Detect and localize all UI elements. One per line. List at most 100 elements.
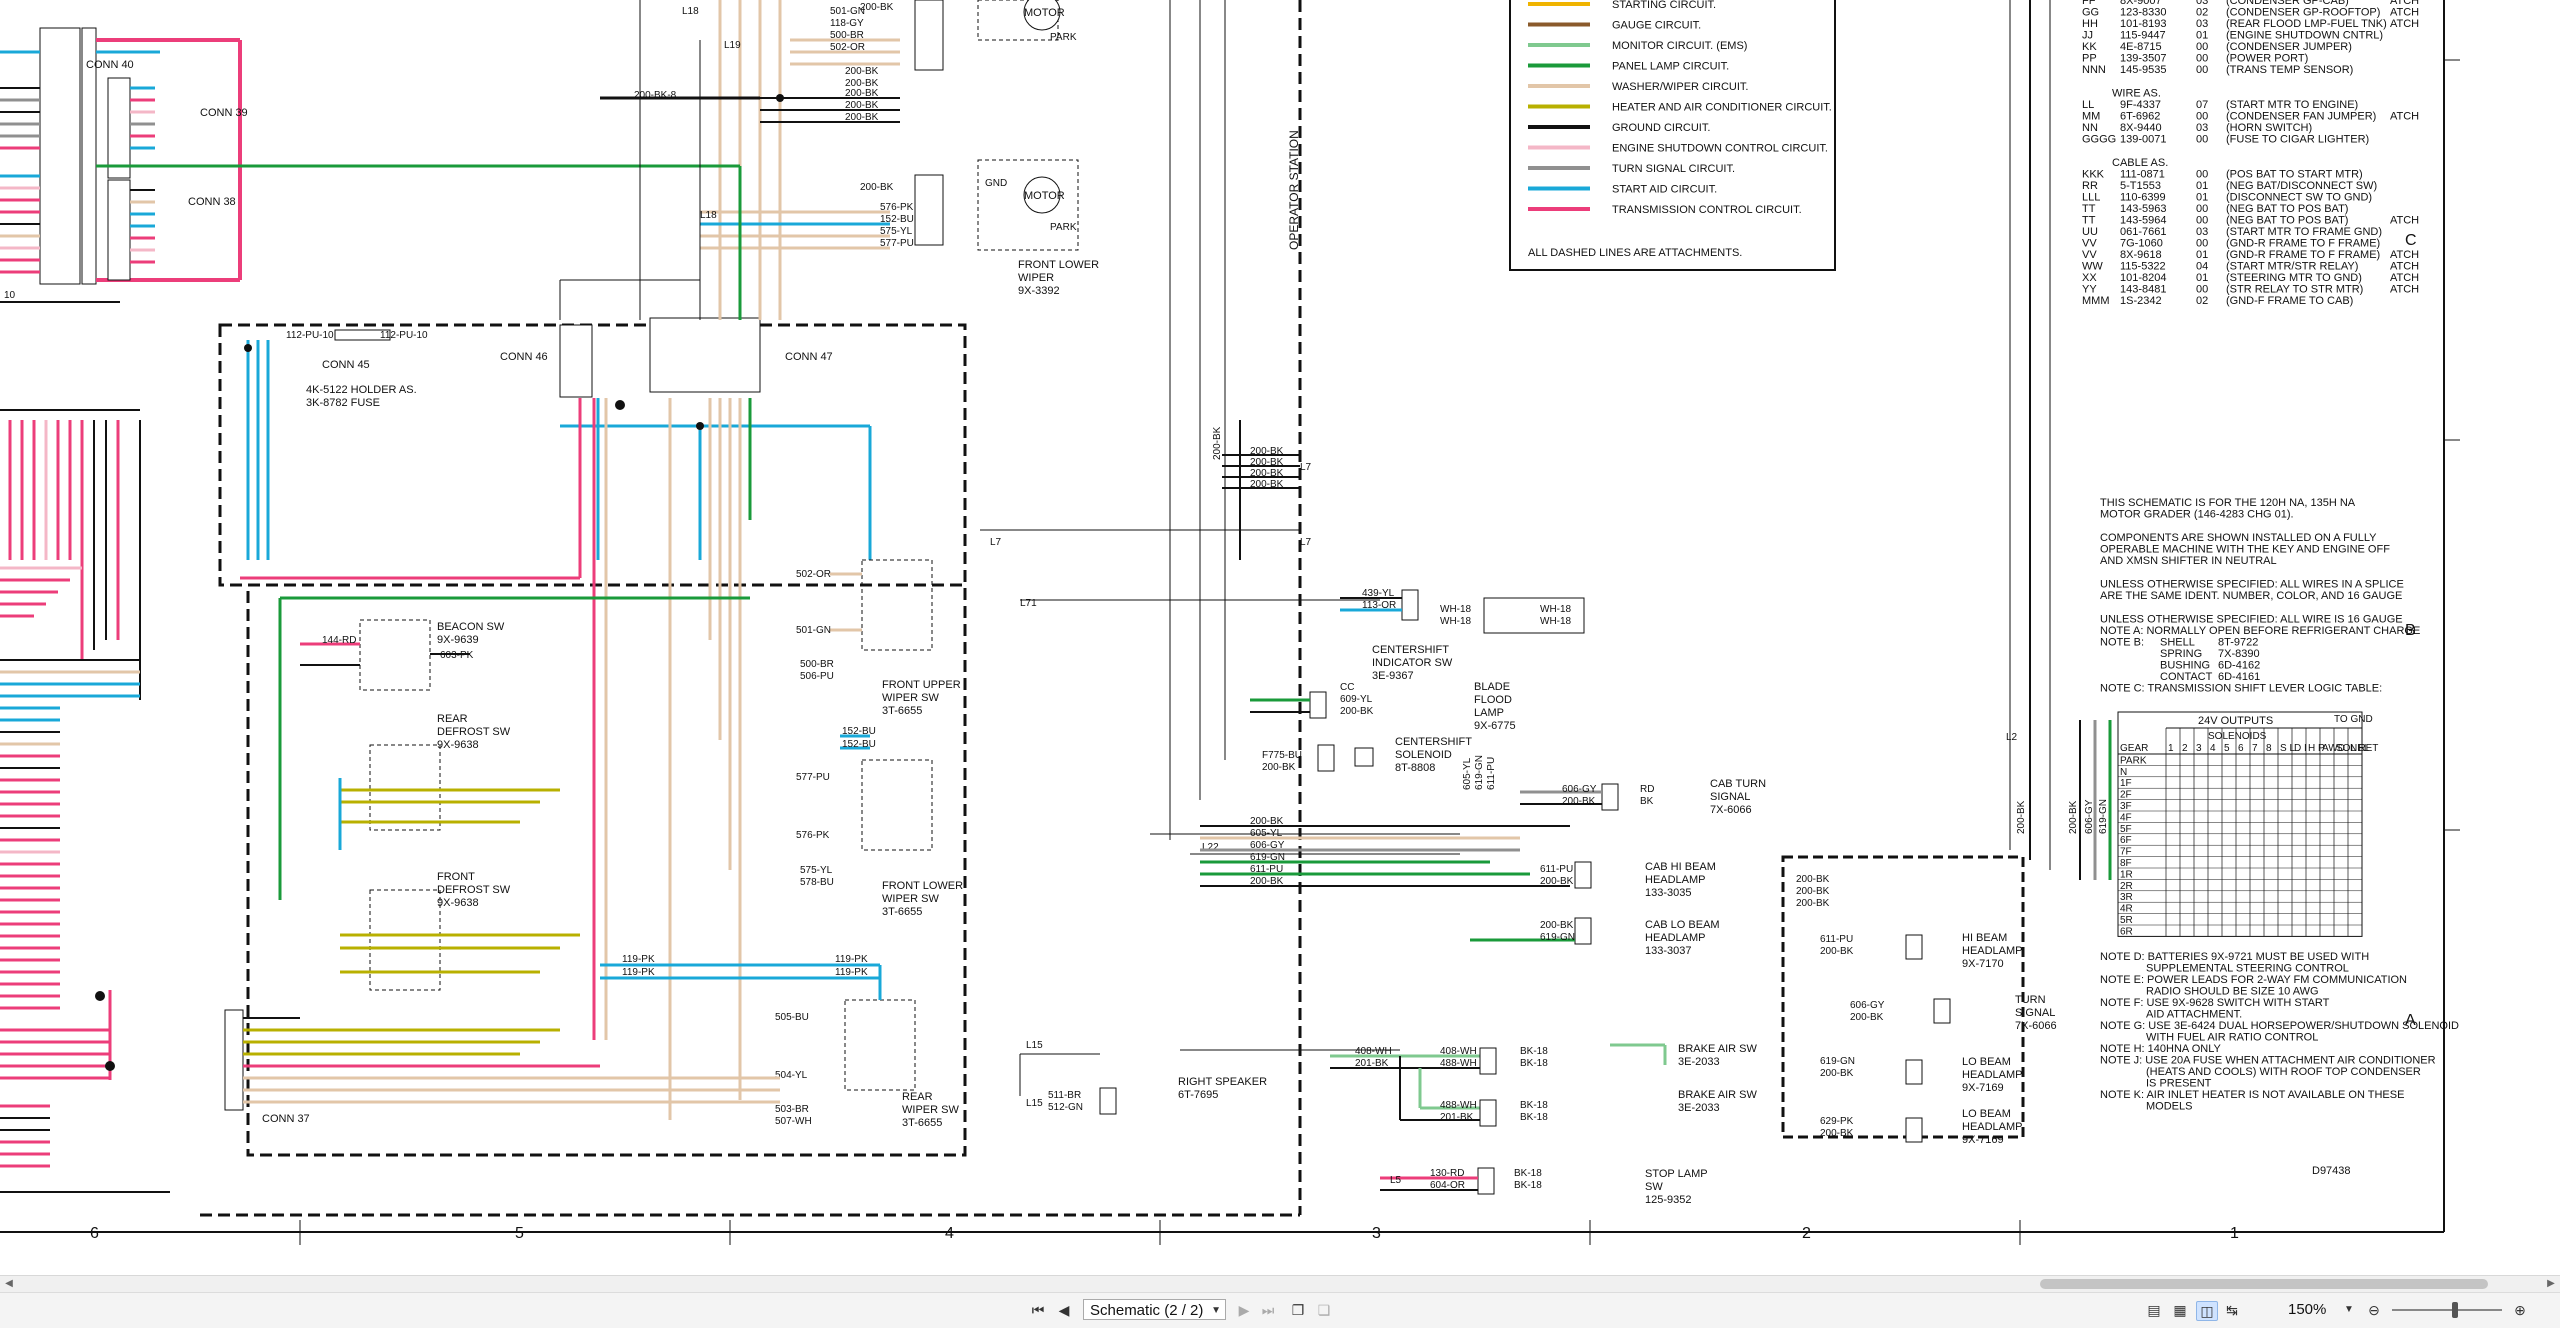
svg-text:500-BR: 500-BR	[800, 659, 834, 670]
svg-text:9X-6775: 9X-6775	[1474, 720, 1516, 732]
svg-text:MM: MM	[2082, 111, 2100, 123]
svg-text:3E-2033: 3E-2033	[1678, 1102, 1720, 1114]
svg-text:408-WH: 408-WH	[1355, 1046, 1392, 1057]
note-line: NOTE J: USE 20A FUSE WHEN ATTACHMENT AIR…	[2100, 1055, 2436, 1067]
svg-text:00: 00	[2196, 111, 2208, 123]
svg-text:200-BK: 200-BK	[845, 100, 879, 111]
conn37: CONN 37	[224, 1009, 780, 1125]
harness-row: LL 9F-4337 07 (START MTR TO ENGINE)	[2082, 99, 2358, 111]
svg-text:L19: L19	[724, 40, 741, 51]
svg-text:152-BU: 152-BU	[842, 739, 876, 750]
previous-page-icon[interactable]: ◀	[1054, 1301, 1074, 1319]
svg-text:WIPER SW: WIPER SW	[882, 893, 939, 905]
scroll-thumb[interactable]	[2040, 1279, 2488, 1289]
svg-text:200-BK: 200-BK	[845, 88, 879, 99]
harness-row: KK 4E-8715 00 (CONDENSER JUMPER)	[2082, 41, 2352, 53]
harness-row: UU 061-7661 03 (START MTR TO FRAME GND)	[2082, 226, 2382, 238]
zoom-slider[interactable]	[2392, 1309, 2502, 1311]
svg-text:9F-4337: 9F-4337	[2120, 99, 2161, 111]
document-viewport[interactable]: 6 5 4 3 2 1 C B A CONN 39 CONN 38 CONN 4…	[0, 0, 2560, 1275]
svg-text:576-PK: 576-PK	[880, 202, 914, 213]
next-page-icon[interactable]: ▶	[1234, 1301, 1254, 1319]
harness-row: GG 123-8330 02 (CONDENSER GP-ROOFTOP) ATCH	[2082, 7, 2419, 19]
logic-col-header: 5	[2224, 743, 2230, 754]
svg-text:200-BK: 200-BK	[1820, 946, 1854, 957]
page-select[interactable]: Schematic (2 / 2) ▼	[1083, 1299, 1226, 1320]
note-c: NOTE C: TRANSMISSION SHIFT LEVER LOGIC T…	[2100, 683, 2382, 695]
scroll-left-icon[interactable]: ◀	[2, 1277, 16, 1291]
svg-text:ATCH: ATCH	[2390, 215, 2419, 227]
svg-text:133-3037: 133-3037	[1645, 945, 1692, 957]
svg-text:152-BU: 152-BU	[880, 214, 914, 225]
svg-text:619-GN: 619-GN	[1250, 852, 1285, 863]
note-b-key: BUSHING	[2160, 660, 2210, 672]
svg-text:LO BEAM: LO BEAM	[1962, 1108, 2011, 1120]
fit-width-icon[interactable]: ↹	[2222, 1301, 2242, 1319]
svg-text:143-8481: 143-8481	[2120, 284, 2167, 296]
svg-text:408-WH: 408-WH	[1440, 1046, 1477, 1057]
svg-text:00: 00	[2196, 203, 2208, 215]
svg-text:(GND-R FRAME TO F FRAME): (GND-R FRAME TO F FRAME)	[2226, 249, 2380, 261]
legend-label: WASHER/WIPER CIRCUIT.	[1612, 81, 1749, 93]
horizontal-scrollbar[interactable]: ◀ ▶	[0, 1275, 2560, 1292]
svg-text:HEADLAMP: HEADLAMP	[1645, 874, 1706, 886]
note-line: UNLESS OTHERWISE SPECIFIED: ALL WIRES IN…	[2100, 579, 2404, 591]
zoom-in-icon[interactable]: ⊕	[2510, 1301, 2530, 1319]
svg-text:01: 01	[2196, 249, 2208, 261]
svg-text:606-GY: 606-GY	[2084, 799, 2095, 834]
note-line: IS PRESENT	[2146, 1078, 2212, 1090]
svg-text:200-BK: 200-BK	[860, 182, 894, 193]
svg-text:6T-6962: 6T-6962	[2120, 111, 2160, 123]
logic-gear-row: 7F	[2120, 847, 2132, 858]
svg-text:REAR: REAR	[437, 713, 468, 725]
svg-text:HEADLAMP: HEADLAMP	[1962, 1069, 2023, 1081]
svg-text:200-BK: 200-BK	[1540, 876, 1574, 887]
svg-text:3E-2033: 3E-2033	[1678, 1056, 1720, 1068]
zoom-chevron-icon[interactable]: ▼	[2344, 1299, 2354, 1320]
svg-text:CENTERSHIFT: CENTERSHIFT	[1372, 644, 1449, 656]
svg-text:ATCH: ATCH	[2390, 261, 2419, 273]
scroll-right-icon[interactable]: ▶	[2544, 1277, 2558, 1291]
logic-gear-row: 1R	[2120, 869, 2133, 880]
continuous-view-icon[interactable]: ▦	[2170, 1301, 2190, 1319]
svg-text:PARK: PARK	[1050, 32, 1077, 43]
legend-label: START AID CIRCUIT.	[1612, 184, 1717, 196]
svg-text:619-GN: 619-GN	[1474, 755, 1485, 790]
copy-pages-icon[interactable]: ❐	[1288, 1301, 1308, 1319]
svg-text:200-BK: 200-BK	[1250, 876, 1284, 887]
logic-outputs-title: 24V OUTPUTS	[2198, 715, 2273, 727]
svg-text:00: 00	[2196, 169, 2208, 181]
svg-text:(START MTR TO ENGINE): (START MTR TO ENGINE)	[2226, 99, 2358, 111]
svg-text:(FUSE TO CIGAR LIGHTER): (FUSE TO CIGAR LIGHTER)	[2226, 134, 2369, 146]
svg-text:200-BK: 200-BK	[1250, 457, 1284, 468]
last-page-icon[interactable]: ⏭	[1258, 1301, 1278, 1319]
svg-text:(REAR FLOOD LMP-FUEL TNK): (REAR FLOOD LMP-FUEL TNK)	[2226, 18, 2387, 30]
paste-pages-icon[interactable]: ❏	[1314, 1301, 1334, 1319]
svg-text:152-BU: 152-BU	[842, 726, 876, 737]
single-page-view-icon[interactable]: ▤	[2144, 1301, 2164, 1319]
logic-gear-row: N	[2120, 767, 2127, 778]
cab-lo-beam: 200-BK 619-GN CAB LO BEAM HEADLAMP 133-3…	[1470, 917, 1720, 957]
svg-text:119-PK: 119-PK	[622, 954, 655, 965]
zoom-level[interactable]: 150%	[2288, 1299, 2344, 1320]
harness-row: NNN 145-9535 00 (TRANS TEMP SENSOR)	[2082, 64, 2353, 76]
svg-text:BK-18: BK-18	[1520, 1046, 1548, 1057]
zoom-slider-thumb[interactable]	[2452, 1302, 2458, 1318]
svg-text:SOLENOID: SOLENOID	[1395, 749, 1452, 761]
zoom-out-icon[interactable]: ⊖	[2364, 1301, 2384, 1319]
svg-text:143-5964: 143-5964	[2120, 215, 2167, 227]
svg-text:200-BK: 200-BK	[1796, 874, 1830, 885]
svg-text:(START MTR/STR RELAY): (START MTR/STR RELAY)	[2226, 261, 2358, 273]
svg-text:501-GN: 501-GN	[796, 625, 831, 636]
svg-text:L2: L2	[2006, 732, 2018, 743]
two-page-view-icon[interactable]: ◫	[2196, 1301, 2218, 1321]
svg-text:YY: YY	[2082, 284, 2097, 296]
svg-text:TT: TT	[2082, 203, 2096, 215]
note-b-label: NOTE B:	[2100, 637, 2144, 649]
svg-text:605-YL: 605-YL	[1462, 757, 1473, 790]
svg-text:500-BR: 500-BR	[830, 30, 864, 41]
first-page-icon[interactable]: ⏮	[1028, 1301, 1048, 1319]
svg-text:(GND-F FRAME TO CAB): (GND-F FRAME TO CAB)	[2226, 295, 2353, 307]
harness-row: TT 143-5964 00 (NEG BAT TO POS BAT) ATCH	[2082, 215, 2419, 227]
svg-text:7X-6066: 7X-6066	[1710, 804, 1752, 816]
